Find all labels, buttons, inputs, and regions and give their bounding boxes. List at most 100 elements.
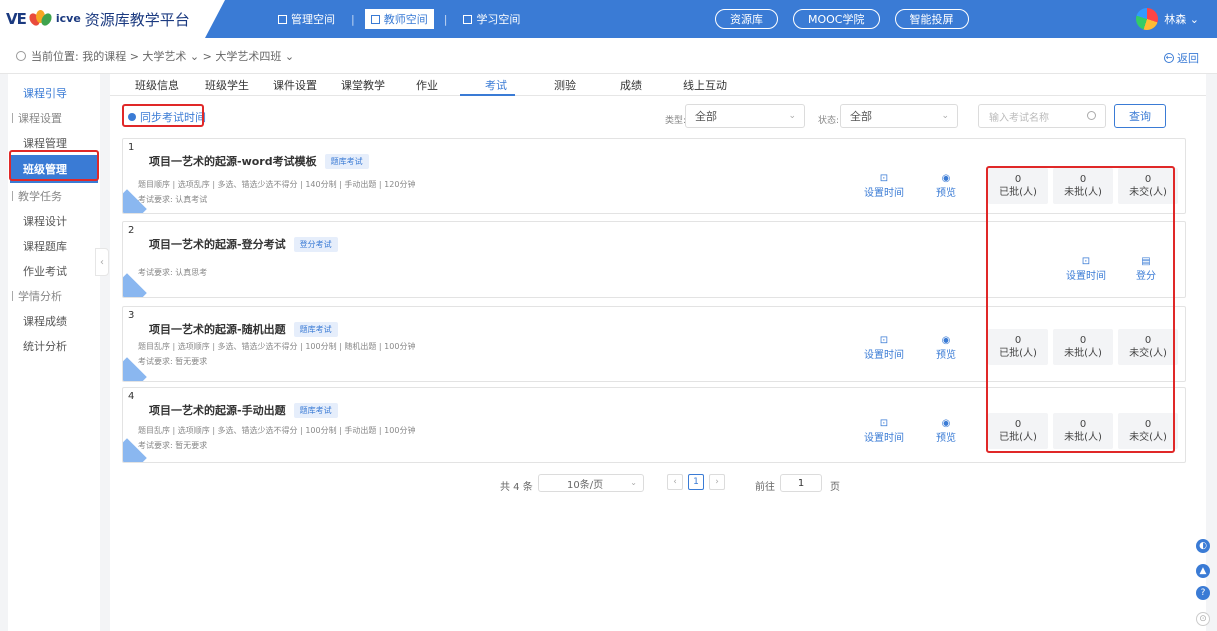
query-button[interactable]: 查询 bbox=[1114, 104, 1166, 128]
tab-classroom[interactable]: 课堂教学 bbox=[341, 77, 385, 93]
logo-mark: VE bbox=[6, 10, 27, 28]
clock-icon: ⊡ bbox=[879, 173, 889, 184]
exam-type-badge: 题库考试 bbox=[293, 402, 338, 418]
space-management[interactable]: 管理空间 bbox=[272, 9, 341, 29]
eye-icon: ◉ bbox=[941, 335, 951, 346]
chevron-right-icon: › bbox=[715, 477, 719, 487]
page-unit-label: 页 bbox=[830, 482, 840, 493]
preview-button[interactable]: ◉ 预览 bbox=[923, 335, 969, 361]
exam-title[interactable]: 项目一艺术的起源-手动出题 题库考试 bbox=[149, 402, 338, 418]
exam-title[interactable]: 项目一艺术的起源-随机出题 题库考试 bbox=[149, 321, 338, 337]
sidebar-item-question-bank[interactable]: 课程题库 bbox=[8, 233, 100, 258]
main-panel: 班级信息 班级学生 课件设置 课堂教学 作业 考试 测验 成绩 线上互动 同步考… bbox=[110, 74, 1206, 631]
tab-class-students[interactable]: 班级学生 bbox=[205, 77, 249, 93]
tab-grades[interactable]: 成绩 bbox=[620, 77, 642, 93]
type-filter-label: 类型: bbox=[665, 116, 687, 126]
mooc-link[interactable]: MOOC学院 bbox=[793, 9, 880, 29]
preview-button[interactable]: ◉ 预览 bbox=[923, 173, 969, 199]
highlight-box-stats bbox=[986, 166, 1175, 453]
location-icon bbox=[16, 50, 26, 61]
platform-logo[interactable]: VE icve 资源库教学平台 bbox=[0, 0, 225, 38]
exam-number: 4 bbox=[128, 391, 135, 402]
tab-courseware[interactable]: 课件设置 bbox=[273, 77, 317, 93]
smart-screen-link[interactable]: 智能投屏 bbox=[894, 9, 969, 29]
user-menu[interactable]: 林森 ⌄ bbox=[1136, 8, 1199, 30]
page-size-select[interactable]: 10条/页 ⌄ bbox=[538, 474, 644, 492]
set-time-button[interactable]: ⊡ 设置时间 bbox=[861, 418, 907, 444]
exam-settings-text: 题目顺序 | 选项乱序 | 多选、错选少选不得分 | 140分制 | 手动出题 … bbox=[138, 180, 416, 189]
prev-page-button[interactable]: ‹ bbox=[667, 474, 683, 490]
highlight-box-sync bbox=[122, 104, 204, 127]
exam-type-badge: 题库考试 bbox=[324, 153, 369, 169]
tab-exam[interactable]: 考试 bbox=[485, 77, 507, 93]
chevron-down-icon: ⌄ bbox=[941, 111, 949, 121]
tab-online-interaction[interactable]: 线上互动 bbox=[683, 77, 727, 93]
exam-requirement: 考试要求: 暂无要求 bbox=[138, 441, 208, 450]
back-arrow-icon: ← bbox=[1164, 53, 1174, 63]
sidebar-group-teaching-tasks: 教学任务 bbox=[8, 183, 100, 208]
pagination: 共 4 条 10条/页 ⌄ ‹ 1 › 前往 1 页 bbox=[110, 474, 1206, 494]
exam-requirement: 考试要求: 认真思考 bbox=[138, 268, 208, 277]
platform-title: 资源库教学平台 bbox=[84, 10, 190, 29]
exam-requirement: 考试要求: 暂无要求 bbox=[138, 357, 208, 366]
status-filter-select[interactable]: 全部 ⌄ bbox=[840, 104, 958, 128]
breadcrumb-text[interactable]: 当前位置: 我的课程 > 大学艺术 ⌄ > 大学艺术四班 ⌄ bbox=[31, 48, 294, 64]
exam-settings-text: 题目乱序 | 选项顺序 | 多选、错选少选不得分 | 100分制 | 随机出题 … bbox=[138, 342, 416, 351]
exam-search-input[interactable]: 输入考试名称 bbox=[978, 104, 1106, 128]
search-icon bbox=[1087, 111, 1096, 120]
sidebar-item-course-guide[interactable]: 课程引导 bbox=[8, 80, 100, 105]
exam-number: 2 bbox=[128, 225, 135, 236]
sidebar-item-course-design[interactable]: 课程设计 bbox=[8, 208, 100, 233]
space-learning[interactable]: 学习空间 bbox=[457, 9, 526, 29]
top-links: 资源库 MOOC学院 智能投屏 bbox=[715, 9, 984, 29]
exam-requirement: 考试要求: 认真考试 bbox=[138, 195, 208, 204]
breadcrumb: 当前位置: 我的课程 > 大学艺术 ⌄ > 大学艺术四班 ⌄ ← 返回 bbox=[0, 38, 1217, 74]
preview-button[interactable]: ◉ 预览 bbox=[923, 418, 969, 444]
chevron-down-icon: ⌄ bbox=[630, 478, 637, 487]
exam-number: 1 bbox=[128, 142, 135, 153]
avatar bbox=[1136, 8, 1159, 30]
space-teacher[interactable]: 教师空间 bbox=[364, 9, 434, 29]
square-icon bbox=[463, 14, 473, 24]
top-navigation-bar: VE icve 资源库教学平台 管理空间 | 教师空间 | 学习空间 资源库 M… bbox=[0, 0, 1217, 38]
status-filter-label: 状态: bbox=[818, 116, 840, 126]
set-time-button[interactable]: ⊡ 设置时间 bbox=[861, 173, 907, 199]
goto-page-input[interactable]: 1 bbox=[780, 474, 822, 492]
sidebar-collapse-button[interactable]: ‹ bbox=[95, 248, 109, 276]
user-name: 林森 ⌄ bbox=[1164, 13, 1199, 26]
page-number-button[interactable]: 1 bbox=[688, 474, 704, 490]
clock-icon: ⊡ bbox=[879, 335, 889, 346]
exam-type-badge: 登分考试 bbox=[293, 236, 338, 252]
resource-library-link[interactable]: 资源库 bbox=[715, 9, 778, 29]
tab-quiz[interactable]: 测验 bbox=[554, 77, 576, 93]
cloud-upload-icon[interactable]: ▲ bbox=[1196, 564, 1210, 578]
exam-settings-text: 题目乱序 | 选项顺序 | 多选、错选少选不得分 | 100分制 | 手动出题 … bbox=[138, 426, 416, 435]
headset-icon[interactable]: ◐ bbox=[1196, 539, 1210, 553]
tab-class-info[interactable]: 班级信息 bbox=[135, 77, 179, 93]
space-switcher: 管理空间 | 教师空间 | 学习空间 bbox=[272, 9, 526, 29]
sidebar-group-learning-analysis: 学情分析 bbox=[8, 283, 100, 308]
exam-title[interactable]: 项目一艺术的起源-登分考试 登分考试 bbox=[149, 236, 338, 252]
tab-homework[interactable]: 作业 bbox=[416, 77, 438, 93]
logo-icve-text: icve bbox=[55, 12, 81, 25]
highlight-box-class-management bbox=[9, 150, 99, 181]
chevron-down-icon: ⌄ bbox=[788, 111, 796, 121]
next-page-button[interactable]: › bbox=[709, 474, 725, 490]
help-icon[interactable]: ? bbox=[1196, 586, 1210, 600]
square-icon bbox=[370, 14, 380, 24]
sidebar-item-statistics[interactable]: 统计分析 bbox=[8, 333, 100, 358]
sidebar-item-homework-exam[interactable]: 作业考试 bbox=[8, 258, 100, 283]
eye-icon: ◉ bbox=[941, 173, 951, 184]
type-filter-select[interactable]: 全部 ⌄ bbox=[685, 104, 805, 128]
sidebar-item-course-grades[interactable]: 课程成绩 bbox=[8, 308, 100, 333]
back-button[interactable]: ← 返回 bbox=[1164, 50, 1199, 66]
exam-title[interactable]: 项目一艺术的起源-word考试模板 题库考试 bbox=[149, 153, 369, 169]
set-time-button[interactable]: ⊡ 设置时间 bbox=[861, 335, 907, 361]
flower-logo-icon bbox=[27, 9, 54, 29]
total-count: 共 4 条 bbox=[500, 482, 533, 493]
goto-label: 前往 bbox=[755, 482, 775, 493]
chevron-left-icon: ‹ bbox=[673, 477, 677, 487]
sidebar-group-course-settings: 课程设置 bbox=[8, 105, 100, 130]
clock-icon: ⊡ bbox=[879, 418, 889, 429]
settings-icon[interactable]: ⊙ bbox=[1196, 612, 1210, 626]
